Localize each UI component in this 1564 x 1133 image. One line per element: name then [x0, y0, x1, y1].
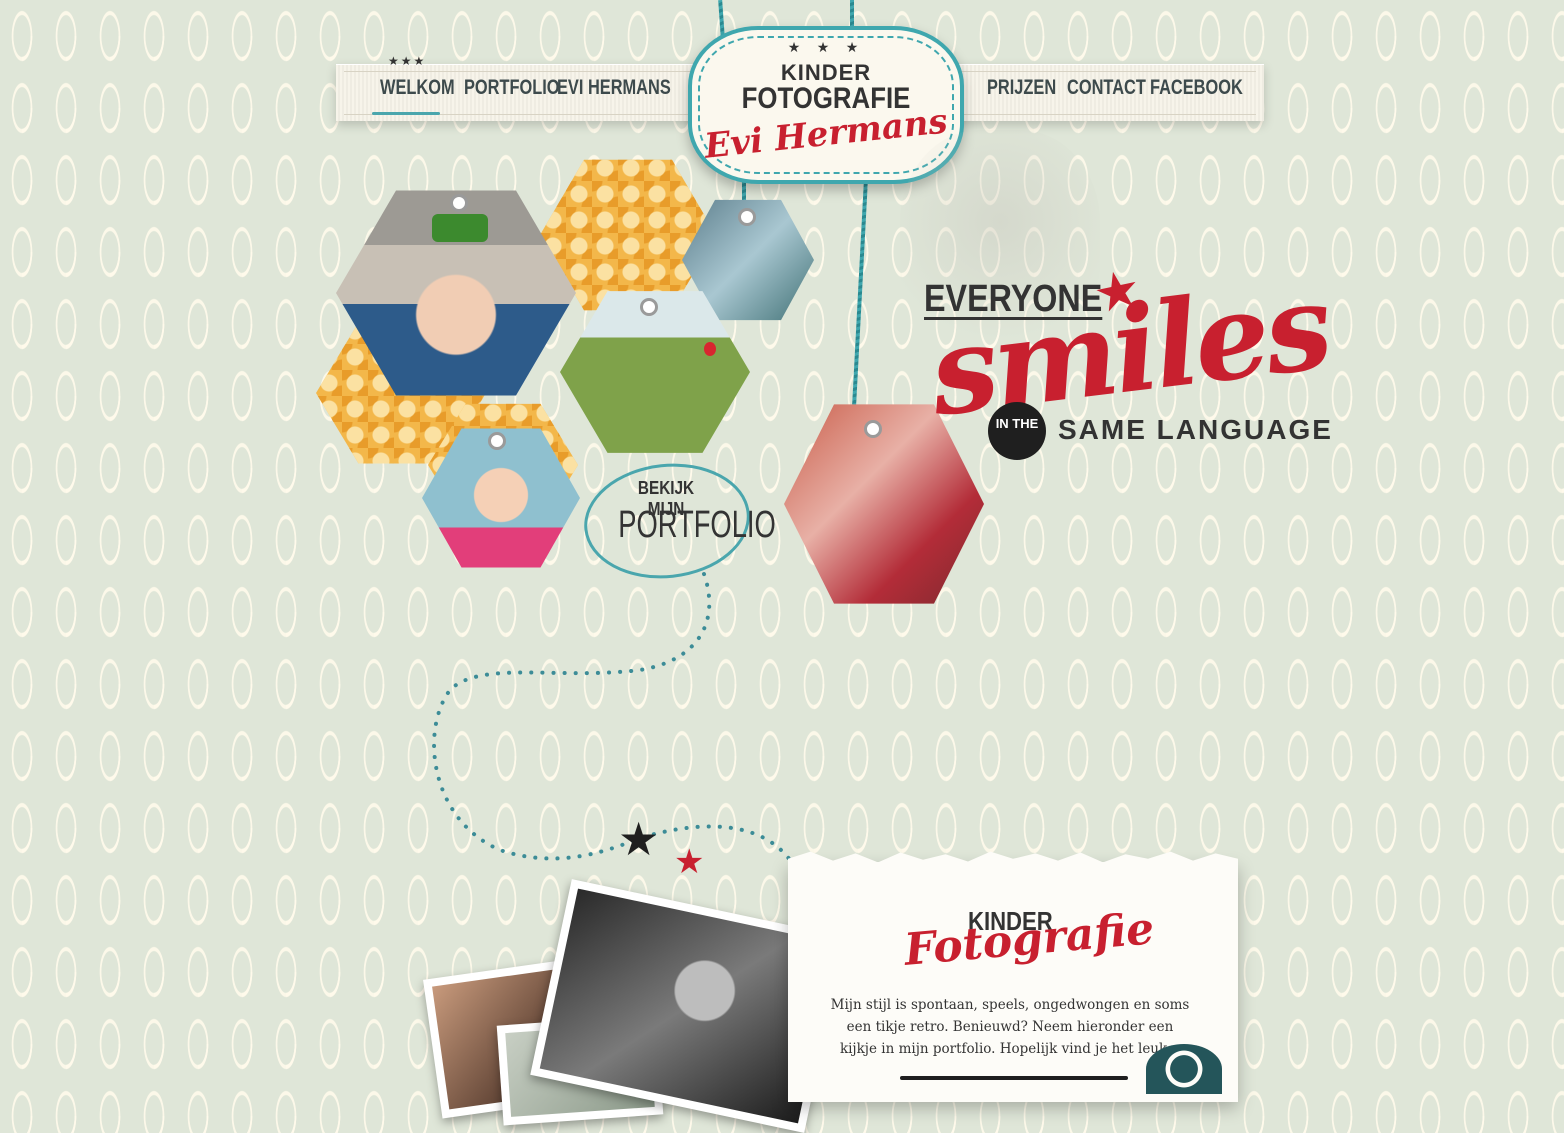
dotted-path-decoration	[432, 572, 792, 862]
star-icon-red: ★	[674, 842, 705, 882]
intro-text: Mijn stijl is spontaan, speels, ongedwon…	[830, 997, 1190, 1057]
intro-button-underline[interactable]	[900, 1076, 1128, 1080]
star-icon: ★	[618, 812, 660, 866]
avatar	[1146, 1044, 1222, 1094]
